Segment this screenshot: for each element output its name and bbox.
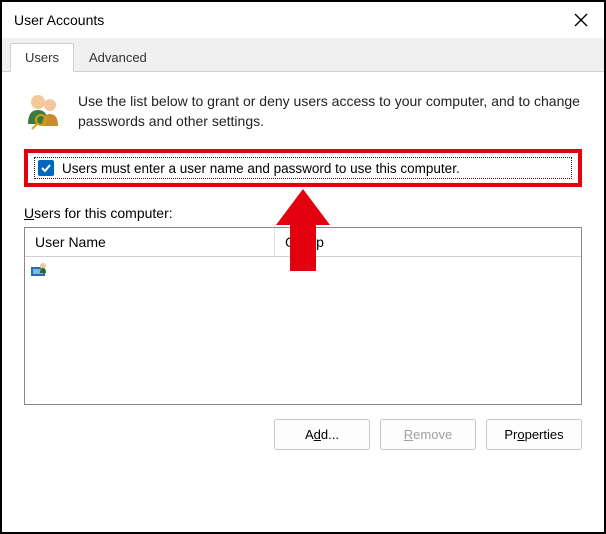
- require-login-checkbox-row[interactable]: Users must enter a user name and passwor…: [34, 157, 572, 179]
- checkmark-icon: [40, 162, 52, 174]
- require-login-label: Users must enter a user name and passwor…: [62, 161, 460, 176]
- user-item-icon: [31, 261, 47, 277]
- tab-users[interactable]: Users: [10, 43, 74, 72]
- close-icon: [574, 13, 588, 27]
- tab-strip: Users Advanced: [2, 38, 604, 72]
- intro-section: Use the list below to grant or deny user…: [24, 90, 582, 131]
- properties-button[interactable]: Properties: [486, 419, 582, 450]
- window-title: User Accounts: [14, 12, 104, 28]
- titlebar: User Accounts: [2, 2, 604, 38]
- column-header-username[interactable]: User Name: [25, 228, 275, 256]
- require-login-checkbox[interactable]: [38, 160, 54, 176]
- users-icon: [24, 90, 64, 130]
- add-button[interactable]: Add...: [274, 419, 370, 450]
- button-row: Add... Remove Properties: [24, 419, 582, 450]
- arrow-up-icon: [276, 189, 330, 271]
- remove-button: Remove: [380, 419, 476, 450]
- intro-text: Use the list below to grant or deny user…: [78, 90, 582, 131]
- close-button[interactable]: [558, 2, 604, 38]
- tab-content: Use the list below to grant or deny user…: [2, 72, 604, 466]
- tab-advanced[interactable]: Advanced: [74, 43, 162, 72]
- highlight-annotation: Users must enter a user name and passwor…: [24, 149, 582, 187]
